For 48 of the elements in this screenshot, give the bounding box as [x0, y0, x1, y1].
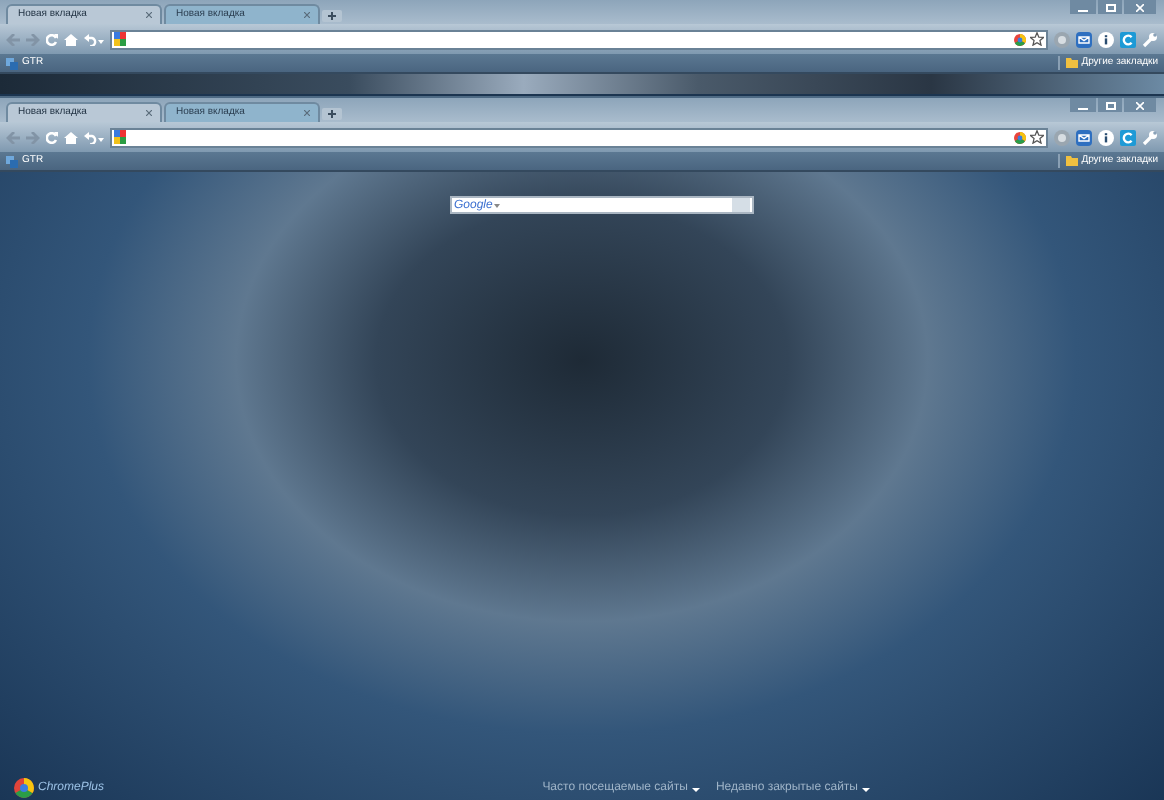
- reload-icon[interactable]: [46, 131, 58, 143]
- home-icon[interactable]: [64, 131, 78, 143]
- undo-icon[interactable]: [84, 33, 104, 45]
- address-field[interactable]: [110, 29, 1048, 49]
- chrome-logo-icon[interactable]: [1014, 33, 1026, 45]
- chrome-logo-icon[interactable]: [1014, 131, 1026, 143]
- caret-icon[interactable]: [494, 203, 501, 207]
- mail-icon[interactable]: [1076, 129, 1092, 145]
- close-icon[interactable]: [146, 12, 152, 18]
- maximize-button[interactable]: [1098, 98, 1122, 112]
- extension-icon[interactable]: [1054, 129, 1070, 145]
- close-button[interactable]: [1124, 98, 1156, 112]
- bookmark-icon: [6, 155, 18, 167]
- close-icon: [1136, 3, 1144, 11]
- maximize-button[interactable]: [1098, 0, 1122, 14]
- undo-icon[interactable]: [84, 131, 104, 143]
- plus-icon: [328, 12, 336, 20]
- wrench-icon[interactable]: [1142, 31, 1158, 47]
- reload-icon[interactable]: [46, 33, 58, 45]
- bookmark-icon: [6, 57, 18, 69]
- c-logo-icon[interactable]: [1120, 31, 1136, 47]
- minimize-button[interactable]: [1070, 0, 1096, 14]
- caret-icon: [862, 787, 870, 791]
- close-icon: [1136, 101, 1144, 109]
- star-icon[interactable]: [1030, 32, 1044, 46]
- plus-icon: [328, 110, 336, 118]
- close-button[interactable]: [1124, 0, 1156, 14]
- extension-icon[interactable]: [1054, 31, 1070, 47]
- close-icon[interactable]: [304, 12, 310, 18]
- close-icon[interactable]: [304, 110, 310, 116]
- new-tab-button[interactable]: [322, 108, 342, 120]
- address-field[interactable]: [110, 127, 1048, 147]
- page-icon: [114, 130, 126, 144]
- minimize-button[interactable]: [1070, 98, 1096, 112]
- chromeplus-logo-icon: [14, 778, 34, 798]
- star-icon[interactable]: [1030, 130, 1044, 144]
- close-icon[interactable]: [146, 110, 152, 116]
- home-icon[interactable]: [64, 33, 78, 45]
- info-icon[interactable]: [1098, 129, 1114, 145]
- folder-icon: [1065, 156, 1078, 166]
- new-tab-button[interactable]: [322, 10, 342, 22]
- folder-icon: [1065, 58, 1078, 68]
- c-logo-icon[interactable]: [1120, 129, 1136, 145]
- info-icon[interactable]: [1098, 31, 1114, 47]
- caret-icon: [691, 787, 700, 791]
- mail-icon[interactable]: [1076, 31, 1092, 47]
- page-icon: [114, 32, 126, 46]
- wrench-icon[interactable]: [1142, 129, 1158, 145]
